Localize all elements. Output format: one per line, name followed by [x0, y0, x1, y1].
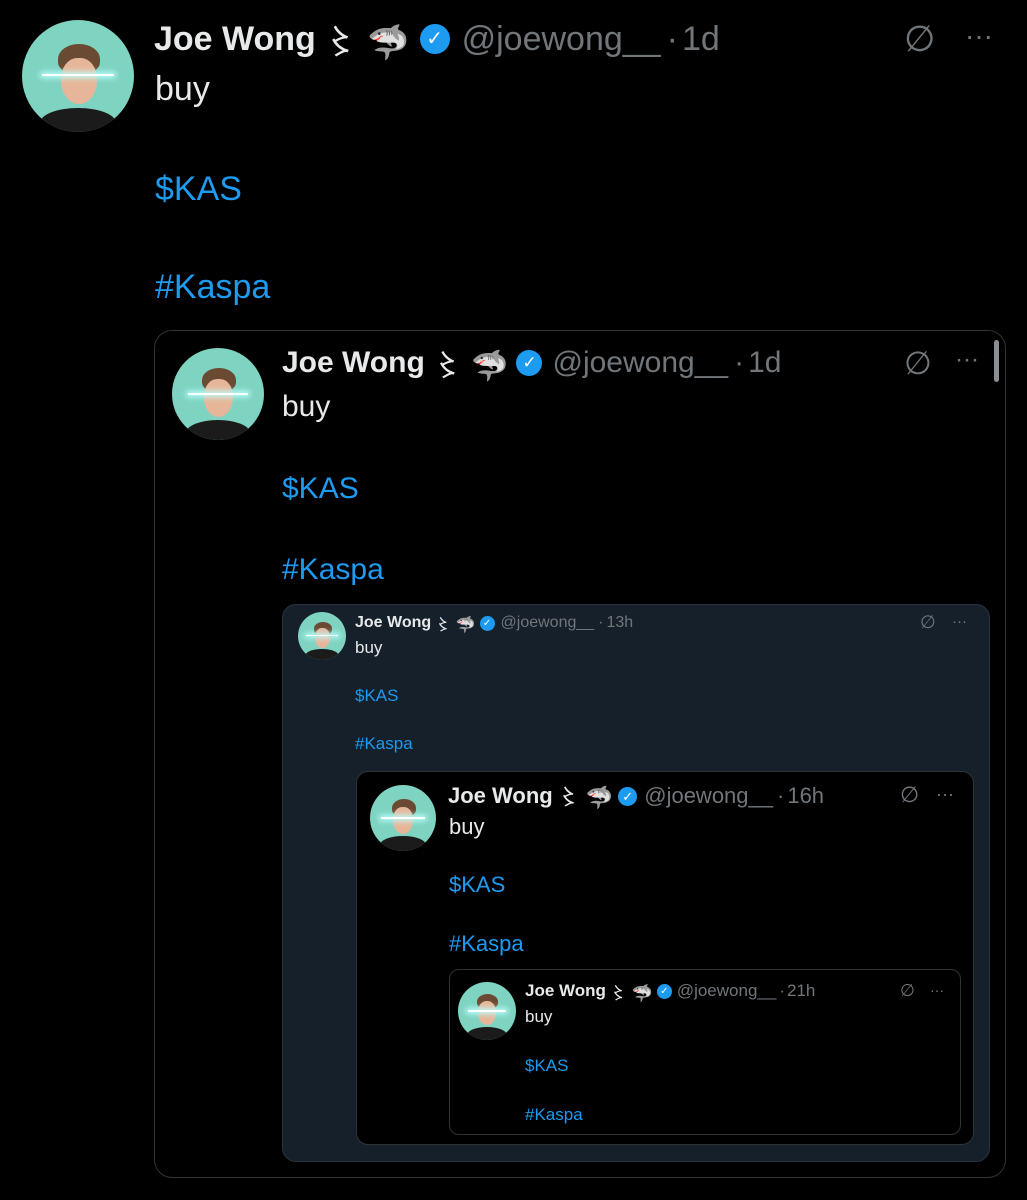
timestamp[interactable]: 13h: [607, 614, 634, 632]
verified-badge-icon: ✓: [516, 350, 543, 376]
verified-badge-icon: ✓: [479, 615, 495, 631]
scrollbar[interactable]: [994, 340, 999, 382]
more-icon[interactable]: ···: [965, 20, 993, 52]
hashtag-link[interactable]: #Kaspa: [355, 734, 413, 754]
author-handle[interactable]: @joewong__: [501, 614, 595, 632]
name-emoji: 〻 🦈: [435, 617, 476, 634]
author-name[interactable]: Joe Wong: [355, 614, 431, 632]
name-emoji: 〻 🦈: [432, 350, 509, 383]
author-handle[interactable]: @joewong__: [677, 981, 777, 1001]
grok-icon[interactable]: ∅: [900, 981, 915, 1001]
author-handle[interactable]: @joewong__: [552, 346, 728, 380]
name-emoji: 〻 🦈: [323, 23, 410, 62]
name-emoji: 〻 🦈: [557, 785, 614, 810]
avatar[interactable]: [172, 348, 264, 440]
tweet-text: buy: [355, 638, 383, 657]
cashtag-link[interactable]: $KAS: [155, 170, 242, 209]
avatar[interactable]: [370, 785, 436, 851]
hashtag-link[interactable]: #Kaspa: [155, 268, 270, 307]
separator-dot: ·: [734, 346, 745, 379]
timestamp[interactable]: 16h: [787, 783, 824, 809]
verified-badge-icon: ✓: [419, 24, 450, 54]
author-handle[interactable]: @joewong__: [644, 783, 773, 809]
verified-badge-icon: ✓: [618, 786, 638, 806]
timestamp[interactable]: 1d: [748, 346, 781, 380]
more-icon[interactable]: ···: [936, 784, 954, 805]
separator-dot: ·: [777, 783, 785, 808]
avatar[interactable]: [22, 20, 134, 132]
hashtag-link[interactable]: #Kaspa: [449, 931, 524, 957]
tweet-text: buy: [525, 1007, 553, 1026]
tweet-text: buy: [282, 390, 331, 423]
cashtag-link[interactable]: $KAS: [525, 1056, 568, 1076]
grok-icon[interactable]: ∅: [904, 344, 932, 382]
grok-icon[interactable]: ∅: [904, 18, 935, 60]
author-name[interactable]: Joe Wong: [154, 20, 316, 59]
more-icon[interactable]: ···: [930, 982, 944, 998]
grok-icon[interactable]: ∅: [900, 782, 919, 808]
grok-icon[interactable]: ∅: [920, 612, 936, 633]
separator-dot: ·: [779, 981, 785, 1000]
cashtag-link[interactable]: $KAS: [449, 872, 505, 898]
timestamp[interactable]: 1d: [682, 20, 720, 59]
author-name[interactable]: Joe Wong: [525, 981, 606, 1001]
tweet-text: buy: [449, 814, 485, 839]
author-name[interactable]: Joe Wong: [282, 346, 425, 380]
verified-badge-icon: ✓: [656, 983, 672, 999]
hashtag-link[interactable]: #Kaspa: [282, 553, 384, 587]
more-icon[interactable]: ···: [955, 346, 979, 374]
avatar[interactable]: [458, 982, 516, 1040]
separator-dot: ·: [598, 614, 604, 631]
hashtag-link[interactable]: #Kaspa: [525, 1105, 583, 1125]
more-icon[interactable]: ···: [952, 613, 967, 630]
timestamp[interactable]: 21h: [787, 981, 815, 1001]
author-handle[interactable]: @joewong__: [462, 20, 661, 59]
cashtag-link[interactable]: $KAS: [355, 686, 398, 706]
avatar[interactable]: [298, 612, 346, 660]
cashtag-link[interactable]: $KAS: [282, 472, 359, 506]
name-emoji: 〻 🦈: [609, 983, 653, 1003]
author-name[interactable]: Joe Wong: [448, 783, 553, 809]
tweet-text: buy: [155, 70, 210, 108]
separator-dot: ·: [666, 19, 678, 58]
